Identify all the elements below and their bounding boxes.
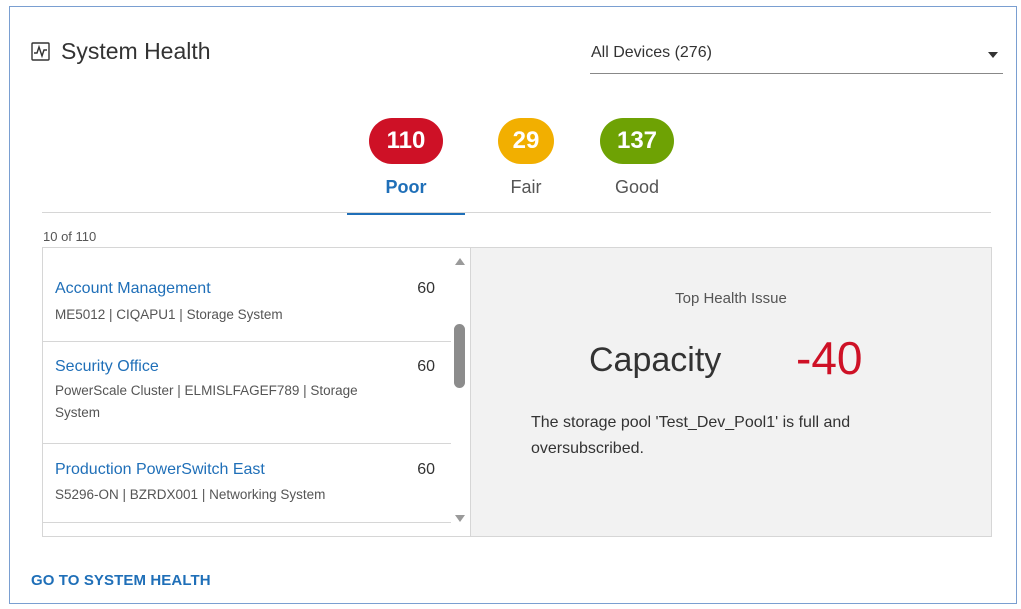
tab-poor[interactable]: 110 Poor bbox=[347, 117, 465, 215]
device-name-link[interactable]: Account Management bbox=[55, 280, 211, 298]
scrollbar-thumb[interactable] bbox=[454, 324, 465, 388]
health-score: 60 bbox=[417, 280, 435, 297]
health-score: 60 bbox=[417, 358, 435, 375]
tab-fair[interactable]: 29 Fair bbox=[467, 117, 585, 213]
system-health-card: System Health All Devices (276) 110 Poor… bbox=[9, 6, 1017, 604]
tabs-divider bbox=[42, 212, 991, 213]
go-to-system-health-link[interactable]: GO TO SYSTEM HEALTH bbox=[31, 572, 211, 589]
list-count-text: 10 of 110 bbox=[43, 229, 97, 244]
issue-description: The storage pool 'Test_Dev_Pool1' is ful… bbox=[531, 414, 851, 457]
device-meta: ME5012 | CIQAPU1 | Storage System bbox=[55, 307, 283, 322]
device-filter-select[interactable]: All Devices (276) bbox=[590, 34, 1003, 74]
fair-count-badge: 29 bbox=[498, 118, 554, 164]
scroll-up-arrow-icon[interactable] bbox=[455, 258, 465, 265]
top-health-issue-panel: Top Health Issue Capacity -40 The storag… bbox=[470, 248, 991, 536]
list-item[interactable]: Security Office 60 PowerScale Cluster | … bbox=[43, 342, 451, 444]
top-health-issue-title: Top Health Issue bbox=[675, 290, 787, 307]
card-header: System Health bbox=[31, 38, 211, 65]
device-name-link[interactable]: Production PowerSwitch East bbox=[55, 461, 265, 479]
health-panel: Account Management 60 ME5012 | CIQAPU1 |… bbox=[42, 247, 992, 537]
tab-good-label: Good bbox=[614, 177, 660, 197]
list-item[interactable]: Production PowerSwitch East 60 S5296-ON … bbox=[43, 444, 451, 523]
activity-chart-icon bbox=[31, 42, 50, 61]
list-scrollbar[interactable] bbox=[451, 248, 470, 536]
device-meta: PowerScale Cluster | ELMISLFAGEF789 | St… bbox=[55, 383, 358, 420]
health-score: 60 bbox=[417, 461, 435, 478]
tab-fair-label: Fair bbox=[510, 177, 542, 197]
poor-count-badge: 110 bbox=[369, 118, 443, 164]
tab-poor-label: Poor bbox=[385, 177, 427, 197]
tab-good[interactable]: 137 Good bbox=[578, 117, 696, 213]
list-item[interactable]: Account Management 60 ME5012 | CIQAPU1 |… bbox=[43, 248, 451, 342]
page-title: System Health bbox=[61, 38, 211, 64]
caret-down-icon bbox=[988, 52, 998, 58]
device-name-link[interactable]: Security Office bbox=[55, 358, 159, 376]
good-count-badge: 137 bbox=[600, 118, 674, 164]
device-meta: S5296-ON | BZRDX001 | Networking System bbox=[55, 487, 326, 502]
scroll-down-arrow-icon[interactable] bbox=[455, 515, 465, 522]
issue-category: Capacity bbox=[589, 341, 722, 379]
issue-score-delta: -40 bbox=[796, 332, 863, 384]
device-list: Account Management 60 ME5012 | CIQAPU1 |… bbox=[43, 248, 470, 536]
device-filter-value: All Devices (276) bbox=[591, 44, 712, 61]
